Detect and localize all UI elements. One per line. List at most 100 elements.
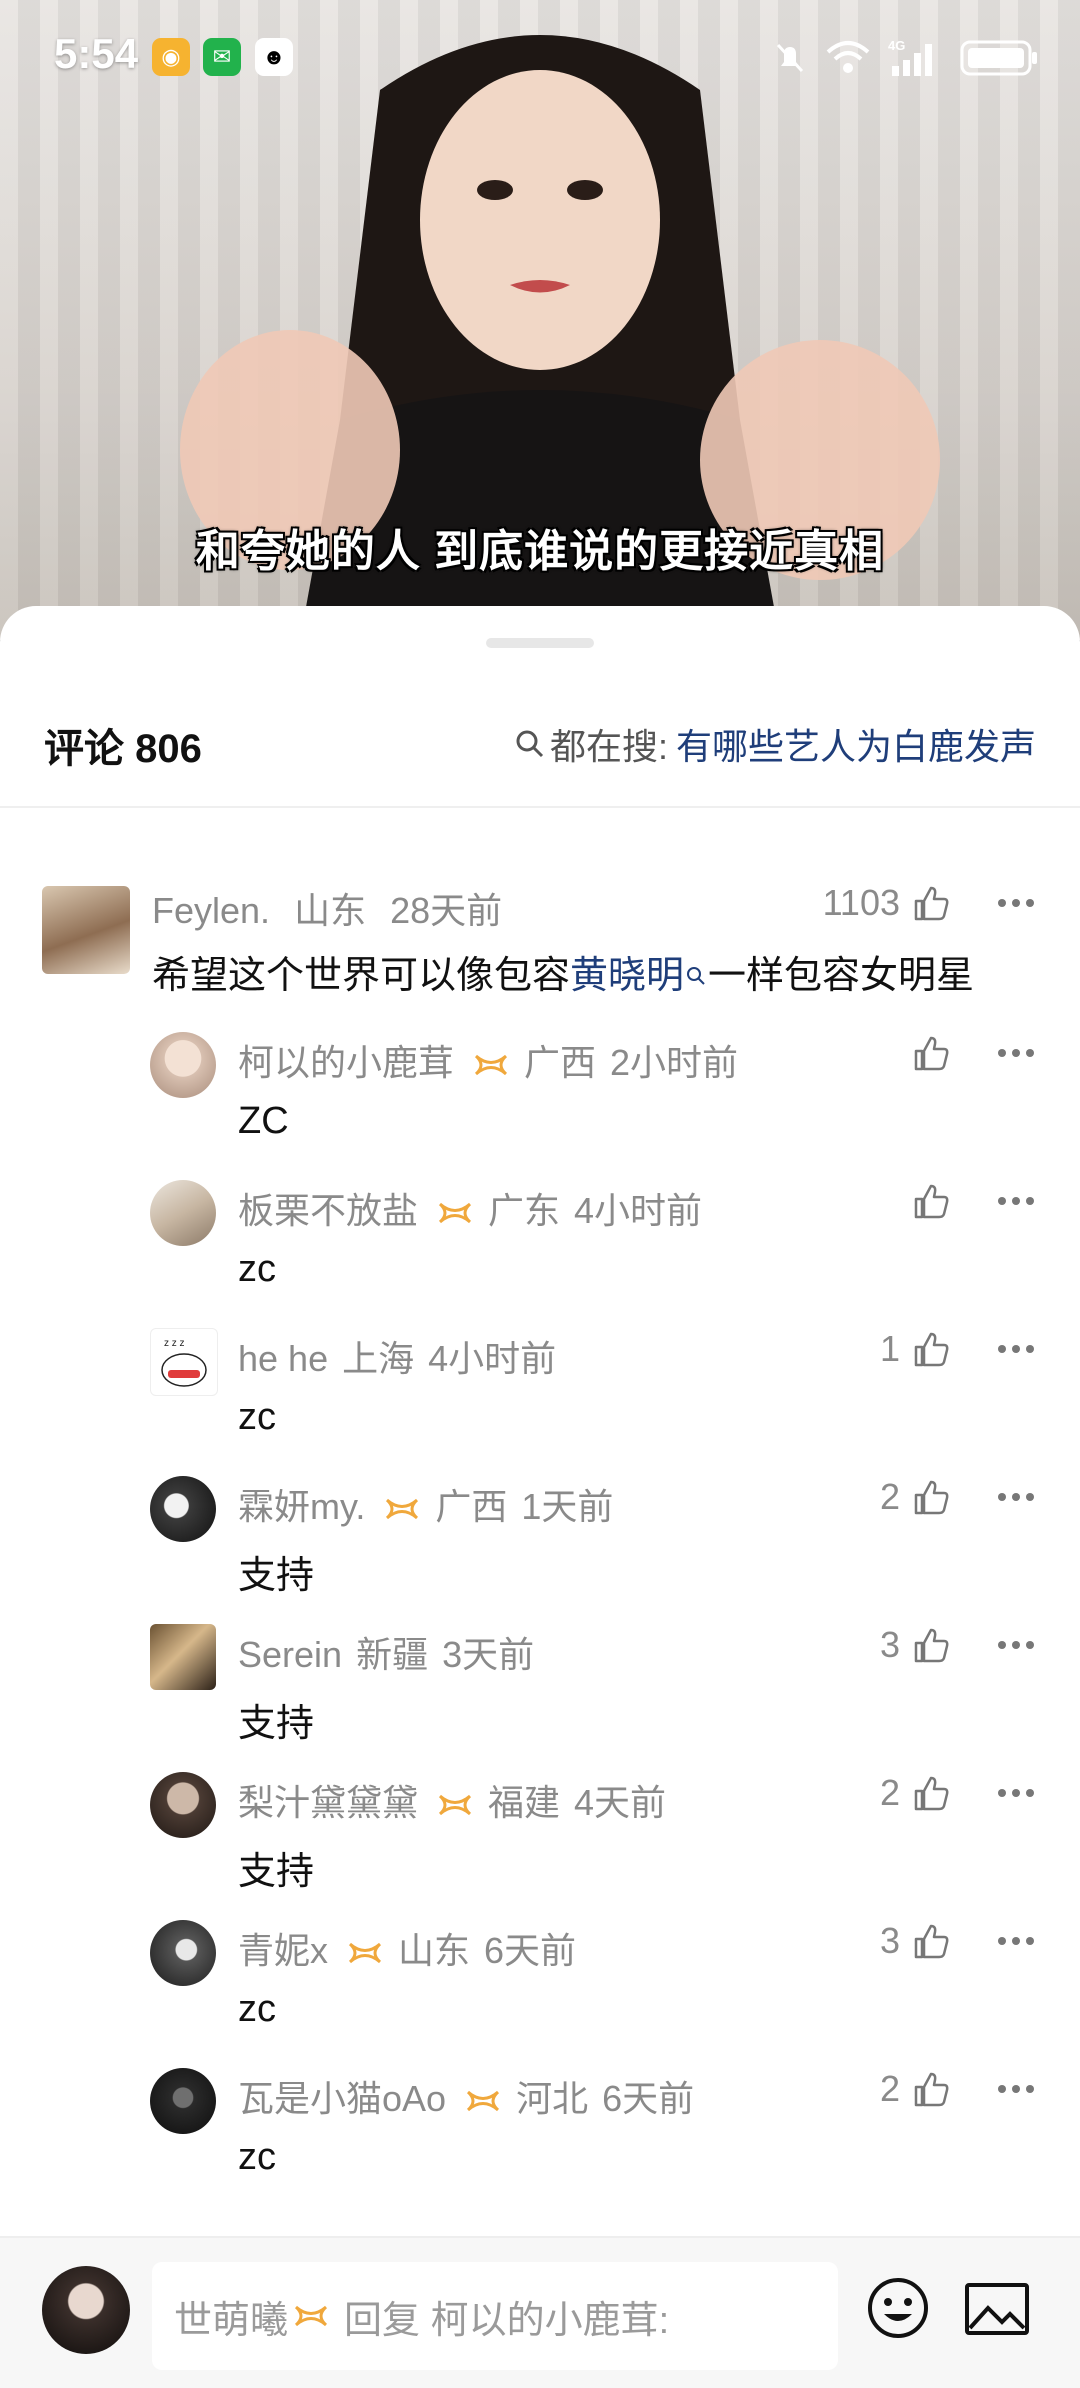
fan-badge-icon: [467, 2091, 500, 2112]
search-icon: [516, 730, 544, 758]
comment-location: 山东: [294, 890, 367, 931]
reply-username[interactable]: 梨汁黛黛黛: [238, 1782, 418, 1823]
comment-username[interactable]: Feylen.: [152, 890, 270, 931]
app-root: 和夸她的人 到底谁说的更接近真相 5:54 ◉ ✉ ☻ 4G 评论 806 都在…: [0, 0, 1080, 2388]
thumbs-up-icon[interactable]: [910, 882, 952, 924]
image-icon[interactable]: [964, 2282, 1030, 2336]
reply-username[interactable]: 柯以的小鹿茸: [238, 1042, 454, 1083]
hot-search-link[interactable]: 都在搜: 有哪些艺人为白鹿发声: [512, 718, 1036, 770]
network-type-label: 4G: [888, 38, 905, 53]
avatar[interactable]: z z z: [150, 1328, 218, 1396]
video-subtitle: 和夸她的人 到底谁说的更接近真相: [195, 527, 885, 576]
avatar[interactable]: [150, 1180, 216, 1246]
more-options-icon[interactable]: [996, 1787, 1036, 1799]
qq-icon: ☻: [255, 38, 293, 76]
more-options-icon[interactable]: [996, 1047, 1036, 1059]
more-options-icon[interactable]: [996, 1491, 1036, 1503]
comment-text[interactable]: 希望这个世界可以像包容黄晓明 一样包容女明星: [152, 944, 974, 999]
thumbs-up-icon[interactable]: [910, 1772, 952, 1814]
thumbs-up-icon[interactable]: [910, 1624, 952, 1666]
reply-item[interactable]: 霖妍my. 广西 1天前 2 支持: [0, 1470, 1080, 1618]
reply-meta: 瓦是小猫oAo 河北 6天前: [238, 2070, 708, 2122]
reply-item[interactable]: 柯以的小鹿茸 广西 2小时前 ZC: [0, 1026, 1080, 1174]
more-options-icon[interactable]: [996, 1639, 1036, 1651]
fan-badge-icon: [386, 1499, 419, 1520]
reply-item[interactable]: Serein 新疆 3天前 3 支持: [0, 1618, 1080, 1766]
comment-time: 28天前: [390, 890, 503, 931]
hot-search-term[interactable]: 有哪些艺人为白鹿发声: [676, 718, 1036, 770]
reply-meta: 青妮x 山东 6天前: [238, 1922, 590, 1974]
comment-item[interactable]: Feylen. 山东 28天前 1103 希望这个世界可以像包容黄晓明 一样包容女…: [0, 866, 1080, 1026]
like-count: 2: [879, 1476, 900, 1517]
comment-list: Feylen. 山东 28天前 1103 希望这个世界可以像包容黄晓明 一样包容女…: [0, 866, 1080, 2210]
fan-badge-icon: [438, 1795, 472, 1816]
comment-text-part: 希望这个世界可以像包容: [152, 955, 571, 997]
like-count: 3: [879, 1624, 900, 1665]
search-link-icon: [687, 967, 705, 985]
reply-username[interactable]: 板栗不放盐: [238, 1190, 418, 1231]
reply-location: 山东: [398, 1930, 471, 1971]
my-avatar[interactable]: [42, 2266, 130, 2354]
reply-actions: 2: [880, 1772, 1036, 1814]
like-count: 3: [879, 1920, 900, 1961]
thumbs-up-icon[interactable]: [910, 1920, 952, 1962]
more-options-icon[interactable]: [996, 1935, 1036, 1947]
reply-meta: 柯以的小鹿茸 广西 2小时前: [238, 1034, 752, 1086]
reply-text[interactable]: 支持: [238, 1840, 314, 1895]
wechat-icon: ✉: [203, 38, 241, 76]
reply-text[interactable]: zc: [238, 1988, 276, 2031]
fan-badge-icon: [474, 1055, 508, 1076]
thumbs-up-icon[interactable]: [910, 1032, 952, 1074]
thumbs-up-icon[interactable]: [910, 1476, 952, 1518]
status-bar: 5:54 ◉ ✉ ☻ 4G: [0, 0, 1080, 110]
thumbs-up-icon[interactable]: [910, 2068, 952, 2110]
comment-text-part: 一样包容女明星: [708, 955, 975, 997]
fan-badge-icon: [294, 2305, 328, 2327]
thumbs-up-icon[interactable]: [910, 1328, 952, 1370]
reply-item[interactable]: z z z he he 上海 4小时前 1 zc: [0, 1322, 1080, 1470]
avatar[interactable]: [42, 886, 130, 974]
avatar[interactable]: [150, 1920, 216, 1986]
avatar[interactable]: [150, 1772, 216, 1838]
reply-meta: he he 上海 4小时前: [238, 1330, 570, 1382]
reply-text[interactable]: ZC: [238, 1100, 289, 1143]
reply-username[interactable]: 霖妍my.: [238, 1486, 365, 1527]
more-options-icon[interactable]: [996, 1195, 1036, 1207]
comment-text-link[interactable]: 黄晓明: [570, 955, 684, 997]
reply-text[interactable]: 支持: [238, 1692, 314, 1747]
reply-text[interactable]: zc: [238, 1396, 276, 1439]
avatar[interactable]: [150, 1476, 216, 1542]
reply-location: 上海: [342, 1338, 415, 1379]
reply-item[interactable]: 板栗不放盐 广东 4小时前 zc: [0, 1174, 1080, 1322]
reply-username[interactable]: he he: [238, 1338, 328, 1379]
reply-username[interactable]: 瓦是小猫oAo: [238, 2078, 446, 2119]
comments-header: 评论 806 都在搜: 有哪些艺人为白鹿发声: [0, 696, 1080, 808]
reply-username[interactable]: 青妮x: [238, 1930, 328, 1971]
reply-actions: [900, 1180, 1036, 1222]
reply-item[interactable]: 青妮x 山东 6天前 3 zc: [0, 1914, 1080, 2062]
reply-text[interactable]: zc: [238, 2136, 276, 2179]
reply-text[interactable]: zc: [238, 1248, 276, 1291]
comment-actions: 1103: [823, 882, 1036, 924]
thumbs-up-icon[interactable]: [910, 1180, 952, 1222]
avatar-cartoon-icon: z z z: [161, 1338, 207, 1387]
reply-item[interactable]: 梨汁黛黛黛 福建 4天前 2 支持: [0, 1766, 1080, 1914]
reply-input[interactable]: 世萌曦 回复 柯以的小鹿茸:: [152, 2262, 838, 2370]
emoji-icon[interactable]: [864, 2274, 932, 2342]
reply-username[interactable]: Serein: [238, 1634, 342, 1675]
reply-actions: 2: [880, 2068, 1036, 2110]
more-options-icon[interactable]: [996, 2083, 1036, 2095]
comment-count-title: 评论 806: [44, 727, 202, 771]
wifi-icon: [826, 41, 870, 73]
avatar[interactable]: [150, 2068, 216, 2134]
reply-bar: 世萌曦 回复 柯以的小鹿茸:: [0, 2236, 1080, 2388]
sheet-drag-handle[interactable]: [486, 638, 594, 648]
more-options-icon[interactable]: [996, 1343, 1036, 1355]
avatar[interactable]: [150, 1624, 216, 1690]
reply-time: 3天前: [442, 1634, 535, 1675]
reply-text[interactable]: 支持: [238, 1544, 314, 1599]
like-count: 2: [879, 1772, 900, 1813]
more-options-icon[interactable]: [996, 897, 1036, 909]
reply-item[interactable]: 瓦是小猫oAo 河北 6天前 2 zc: [0, 2062, 1080, 2210]
avatar[interactable]: [150, 1032, 216, 1098]
